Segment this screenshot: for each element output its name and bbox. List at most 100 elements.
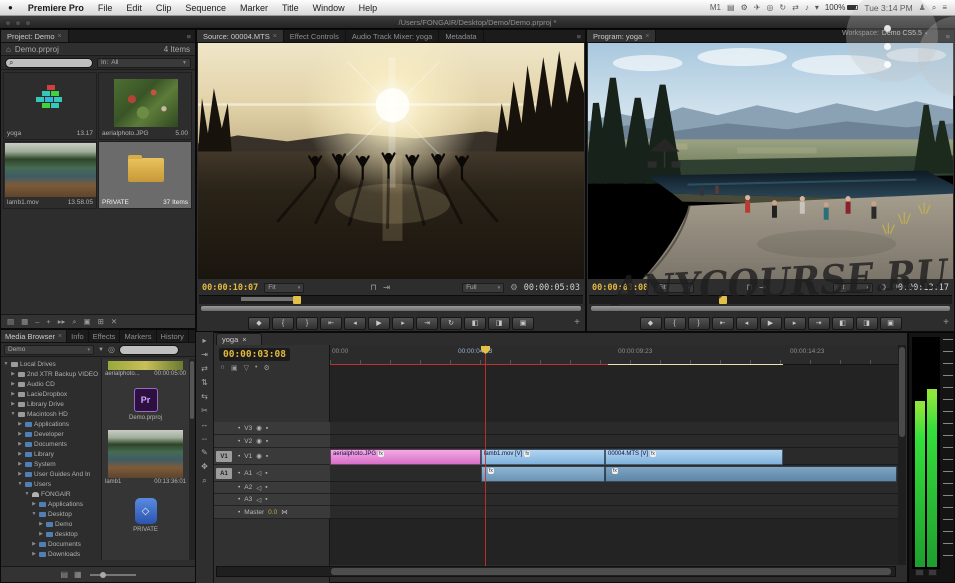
lock-icon[interactable]: • (238, 438, 240, 445)
set-display-style-icon[interactable]: ▪ (266, 453, 268, 460)
disclosure-triangle-icon[interactable]: ▶ (31, 541, 37, 547)
panel-menu-icon[interactable]: ≡ (942, 30, 954, 42)
project-item-lamb1[interactable]: lamb1.mov 13.58.05 (3, 141, 97, 209)
disclosure-triangle-icon[interactable]: ▶ (10, 381, 16, 387)
disclosure-triangle-icon[interactable]: ▶ (17, 451, 23, 457)
lock-icon[interactable]: • (238, 509, 240, 516)
panel-tab[interactable]: Markers (120, 330, 157, 342)
timeline-header-button[interactable]: ▽ (244, 364, 249, 372)
tool-button[interactable]: ↔ (201, 420, 209, 429)
tree-item[interactable]: ▶ Audio CD (3, 379, 99, 389)
close-icon[interactable]: × (242, 335, 246, 344)
menu-item[interactable]: Window (306, 3, 352, 13)
menubar-clock[interactable]: Tue 3:14 PM (864, 3, 912, 13)
disclosure-triangle-icon[interactable]: ▶ (17, 461, 23, 467)
transport-button[interactable]: ◂ (344, 316, 366, 330)
tab-project[interactable]: Project: Demo × (1, 30, 69, 42)
toolbar-button[interactable]: ▦ (21, 317, 28, 327)
media-search-input[interactable] (122, 346, 175, 353)
tree-item[interactable]: ▶ 2nd XTR Backup VIDEO (3, 369, 99, 379)
source-mini-timeline[interactable] (199, 295, 583, 304)
lock-icon[interactable]: • (238, 496, 240, 503)
tree-item[interactable]: ▼ Users (3, 479, 99, 489)
speaker-icon[interactable]: ◁ (256, 469, 261, 477)
timeline-playhead-line[interactable] (485, 345, 486, 566)
transport-button[interactable]: ▣ (879, 316, 902, 330)
home-icon[interactable]: ⌂ (6, 45, 11, 54)
button-editor-plus[interactable]: + (943, 317, 949, 328)
in-out-range[interactable] (241, 297, 293, 301)
track-lane-v2[interactable] (330, 435, 898, 448)
disclosure-triangle-icon[interactable]: ▶ (10, 391, 16, 397)
disclosure-triangle-icon[interactable]: ▼ (3, 361, 9, 367)
toggle-track-output-icon[interactable]: ◉ (256, 452, 262, 460)
disclosure-triangle-icon[interactable]: ▼ (24, 491, 30, 497)
output-icon[interactable]: ⇥ (383, 282, 390, 293)
close-icon[interactable]: × (645, 33, 649, 40)
disclosure-triangle-icon[interactable]: ▼ (17, 481, 23, 487)
panel-tab[interactable]: History (157, 330, 189, 342)
window-titlebar[interactable]: /Users/FONGAIR/Desktop/Demo/Demo.prproj … (0, 16, 955, 29)
prproj-file-icon[interactable]: Pr (133, 388, 158, 412)
project-search-box[interactable]: ⌕ (5, 57, 93, 68)
menu-item[interactable]: Edit (119, 3, 149, 13)
tool-button[interactable]: ⌕ (202, 476, 206, 486)
disclosure-triangle-icon[interactable]: ▶ (31, 501, 37, 507)
keyframe-icon[interactable]: ⋈ (281, 508, 288, 516)
disclosure-triangle-icon[interactable]: ▶ (31, 551, 37, 557)
tree-item[interactable]: ▶ Library (3, 449, 99, 459)
transport-button[interactable]: } (687, 316, 710, 330)
speaker-icon[interactable]: ◁ (256, 496, 261, 504)
track-header-a3[interactable]: • A3 ◁ ▪ (214, 494, 330, 506)
transport-button[interactable]: ◆ (639, 316, 662, 330)
transport-button[interactable]: ▣ (512, 316, 534, 330)
tree-item[interactable]: ▶ Demo (3, 519, 99, 529)
transport-button[interactable]: } (296, 316, 318, 330)
timeline-current-timecode[interactable]: 00:00:03:08 (219, 348, 290, 361)
view-mode-icon[interactable]: ◎ (108, 345, 115, 354)
filter-funnel-icon[interactable]: ▼ (98, 347, 104, 353)
tree-item[interactable]: ▼ Desktop (3, 509, 99, 519)
transport-button[interactable]: ◨ (488, 316, 510, 330)
media-source-dropdown[interactable]: Demo ▾ (4, 344, 94, 355)
transport-button[interactable]: ▶ (368, 316, 390, 330)
media-search-box[interactable] (118, 344, 179, 355)
file-name[interactable]: lamb1 (105, 479, 121, 485)
menu-item[interactable]: Help (352, 3, 385, 13)
transport-button[interactable]: { (663, 316, 686, 330)
menu-item[interactable]: Title (275, 3, 306, 13)
audio-meters-panel[interactable] (908, 332, 955, 583)
solo-right-button[interactable] (928, 569, 937, 576)
tool-button[interactable]: ⇅ (201, 378, 208, 387)
program-zoom-dropdown[interactable]: Fit ▾ (654, 282, 695, 293)
menu-item[interactable]: Premiere Pro (21, 3, 91, 13)
toolbar-button[interactable]: ▤ (7, 317, 14, 327)
disclosure-triangle-icon[interactable]: ▶ (10, 401, 16, 407)
timeline-header-button[interactable]: ⚙ (264, 364, 270, 372)
menu-item[interactable]: Marker (233, 3, 275, 13)
transport-button[interactable]: ◧ (831, 316, 854, 330)
thumbnail-zoom-slider[interactable] (89, 571, 136, 578)
clip-00004-audio[interactable]: fx (605, 466, 897, 482)
source-patch-a1[interactable]: A1 (216, 468, 232, 479)
tree-item[interactable]: ▶ Applications (3, 419, 99, 429)
track-header-master[interactable]: • Master 0.0 ⋈ (214, 506, 330, 519)
user-menu-icon[interactable]: ♟ (919, 3, 926, 12)
source-zoom-scrollbar[interactable] (200, 305, 582, 312)
timeline-vertical-scrollbar[interactable] (898, 345, 906, 565)
track-lane-v3[interactable] (330, 422, 898, 435)
program-mini-timeline[interactable] (589, 295, 952, 304)
private-file-icon[interactable]: ◇ (134, 498, 157, 524)
source-video-viewer[interactable] (198, 43, 584, 279)
settings-wrench-icon[interactable]: ⚙ (879, 282, 887, 293)
status-icon[interactable]: ↻ (779, 3, 786, 12)
tool-button[interactable]: ✥ (201, 462, 208, 471)
status-icon[interactable]: ♪ (805, 3, 809, 12)
source-playhead-marker[interactable] (293, 296, 301, 304)
disclosure-triangle-icon[interactable]: ▶ (38, 531, 44, 537)
project-item-aerialphoto[interactable]: aerialphoto.JPG 5.00 (98, 72, 192, 140)
spotlight-search-icon[interactable]: ⌕ (932, 3, 936, 13)
status-icon[interactable]: ▤ (727, 3, 735, 12)
close-icon[interactable]: × (58, 333, 62, 340)
project-file-name[interactable]: Demo.prproj (15, 45, 59, 54)
